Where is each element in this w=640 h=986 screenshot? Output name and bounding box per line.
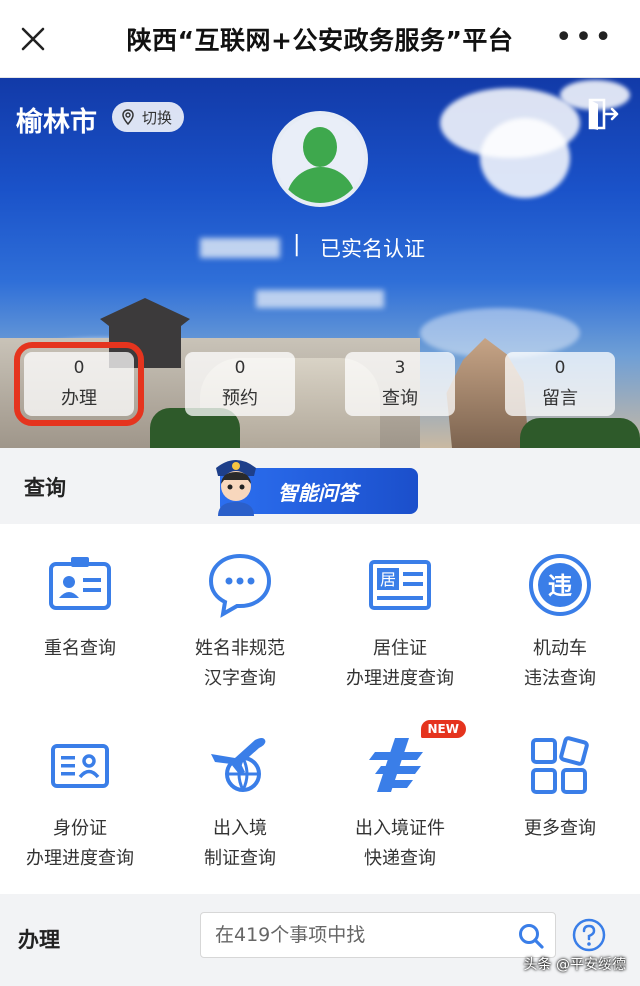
stat-message[interactable]: 0 留言 [505,352,615,416]
grid-item-duplicate-name[interactable]: 重名查询 [0,550,160,664]
more-menu-icon[interactable]: ••• [555,23,614,53]
grid-item-exit-entry-express[interactable]: NEW 出入境证件 快递查询 [320,720,480,874]
stat-label: 查询 [382,388,418,409]
chat-bubble-icon [208,553,272,618]
grid-item-vehicle-violation[interactable]: 违 机动车 违法查询 [480,550,640,694]
search-input[interactable] [201,913,491,957]
section-title: 办理 [18,928,60,952]
trees-decoration [520,418,640,448]
blurred-id-number [256,290,384,308]
grid-item-line1: 居住证 [373,638,427,659]
avatar-head [303,127,337,167]
new-badge: NEW [420,720,466,738]
search-box [200,912,556,958]
stat-query[interactable]: 3 查询 [345,352,455,416]
grid-item-line2: 制证查询 [204,848,276,869]
stat-count: 0 [554,358,566,378]
stats-row: 0 办理 0 预约 3 查询 0 留言 [0,342,640,426]
profile-hero: 榆林市 切换 | 已实名认证 0 办理 0 预约 3 查询 0 留言 [0,78,640,448]
grid-item-line1: 重名查询 [44,638,116,659]
grid-item-line2: 办理进度查询 [346,668,454,689]
verified-status: 已实名认证 [320,237,425,261]
stat-label: 办理 [61,388,97,409]
help-icon[interactable] [572,918,606,952]
avatar-body [286,167,356,203]
separator: | [293,232,301,257]
violation-char: 违 [548,572,572,600]
top-bar: 陕西“互联网+公安政务服务”平台 ••• [0,0,640,78]
query-grid: 重名查询 姓名非规范 汉字查询 居 居住证 办理进度查询 违 机动车 违法查询 … [0,524,640,894]
blurred-username [200,238,280,258]
grid-item-line2: 快递查询 [364,848,436,869]
cloud-decoration [480,118,570,198]
grid-item-id-card-progress[interactable]: 身份证 办理进度查询 [0,730,160,874]
grid-item-residence-permit[interactable]: 居 居住证 办理进度查询 [320,550,480,694]
id-card-icon [49,557,111,610]
stat-label: 预约 [222,388,258,409]
airplane-globe-icon [211,738,266,792]
grid-item-line1: 机动车 [533,638,587,659]
logout-icon[interactable] [584,96,620,132]
grid-item-exit-entry-production[interactable]: 出入境 制证查询 [160,730,320,874]
stat-handle[interactable]: 0 办理 [14,342,144,426]
city-name: 榆林市 [16,107,97,138]
grid-item-nonstandard-chars[interactable]: 姓名非规范 汉字查询 [160,550,320,694]
location-pin-icon [122,109,134,125]
police-mascot-icon [216,460,256,516]
query-section-header: 查询 智能问答 [0,448,640,524]
grid-item-line2: 办理进度查询 [26,848,134,869]
smart-qa-label: 智能问答 [278,480,358,505]
violation-icon: 违 [529,554,591,616]
residence-card-icon: 居 [369,560,431,610]
stat-count: 0 [73,358,85,378]
handle-section: 办理 头条 @平安绥德 [0,894,640,986]
watermark: 头条 @平安绥德 [523,957,626,973]
stat-appointment[interactable]: 0 预约 [185,352,295,416]
grid-item-line1: 姓名非规范 [195,638,285,659]
avatar[interactable] [272,111,368,207]
grid-item-line2: 汉字查询 [204,668,276,689]
switch-city-button[interactable]: 切换 [112,102,185,132]
id-card-outline-icon [51,744,109,788]
grid-item-line1: 身份证 [53,818,107,839]
stat-count: 0 [234,358,246,378]
grid-item-line1: 出入境证件 [355,818,445,839]
stat-label: 留言 [542,388,578,409]
search-icon[interactable] [517,922,545,950]
close-icon[interactable] [18,24,48,54]
section-title: 查询 [24,476,66,500]
grid-item-more-queries[interactable]: 更多查询 [480,730,640,844]
switch-label: 切换 [142,108,173,127]
page-title: 陕西“互联网+公安政务服务”平台 [126,25,514,55]
more-apps-icon [531,736,589,794]
stat-count: 3 [394,358,406,378]
postal-express-icon [369,738,423,792]
grid-item-line1: 更多查询 [524,818,596,839]
grid-item-line2: 违法查询 [524,668,596,689]
grid-item-line1: 出入境 [213,818,267,839]
residence-char: 居 [380,570,396,589]
